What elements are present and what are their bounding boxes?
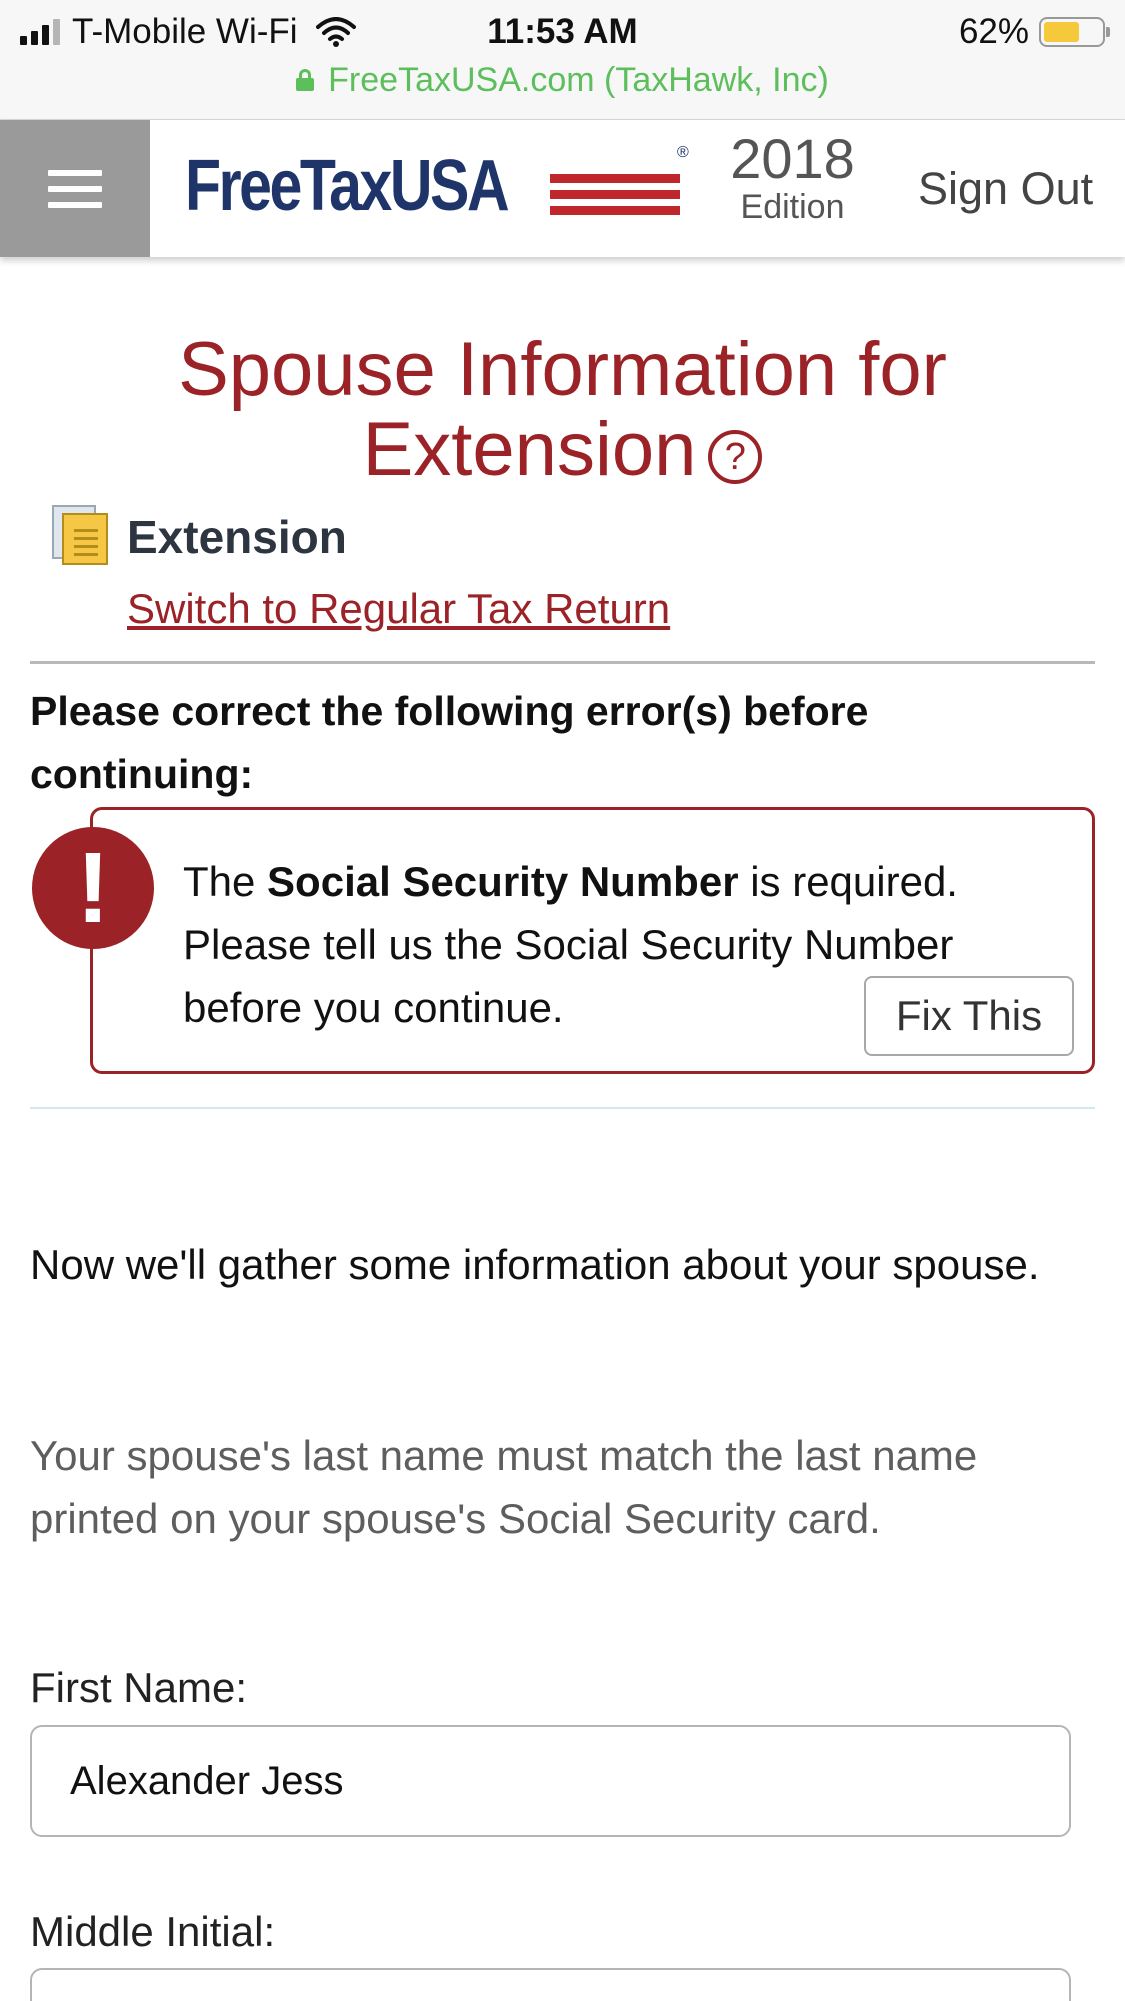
error-message-prefix: The xyxy=(183,858,268,905)
error-heading: Please correct the following error(s) be… xyxy=(30,688,869,797)
divider xyxy=(30,1107,1095,1109)
edition-year: 2018 xyxy=(730,127,855,190)
edition-badge: 2018 Edition xyxy=(725,127,860,226)
logo-wordmark: FreeTaxUSA xyxy=(185,146,510,226)
last-name-note: Your spouse's last name must match the l… xyxy=(30,1432,978,1542)
battery-status: 62% xyxy=(958,8,1110,56)
clock: 11:53 AM xyxy=(487,12,638,51)
app-header: FreeTaxUSA ® 2018 Edition Sign Out xyxy=(0,120,1125,257)
document-icon xyxy=(52,505,110,565)
url-bar[interactable]: FreeTaxUSA.com (TaxHawk, Inc) xyxy=(0,58,1125,102)
battery-icon xyxy=(1039,17,1110,47)
sign-out-link[interactable]: Sign Out xyxy=(918,120,1093,257)
middle-initial-label: Middle Initial: xyxy=(30,1908,276,1955)
section-label: Extension xyxy=(127,511,347,563)
first-name-label: First Name: xyxy=(30,1664,248,1711)
middle-initial-input[interactable] xyxy=(30,1968,1071,2001)
battery-percent: 62% xyxy=(958,12,1029,51)
help-icon[interactable]: ? xyxy=(708,430,763,484)
page-title: Spouse Information for Extension? xyxy=(30,330,1095,490)
intro-text: Now we'll gather some information about … xyxy=(30,1241,1040,1288)
switch-to-regular-return-link[interactable]: Switch to Regular Tax Return xyxy=(127,585,670,633)
logo-flag-stripes xyxy=(550,174,680,222)
page-title-text: Spouse Information for Extension xyxy=(178,327,947,492)
lock-icon xyxy=(296,69,315,91)
hamburger-menu-icon[interactable] xyxy=(0,120,150,257)
error-field-name: Social Security Number xyxy=(267,858,739,905)
freetaxusa-logo[interactable]: FreeTaxUSA ® xyxy=(185,142,690,237)
fix-this-button[interactable]: Fix This xyxy=(864,976,1074,1056)
site-url: FreeTaxUSA.com (TaxHawk, Inc) xyxy=(328,60,829,99)
error-alert-icon: ! xyxy=(32,827,154,949)
status-bar: T-Mobile Wi-Fi 11:53 AM 62% FreeTaxUSA.c… xyxy=(0,0,1125,120)
registered-mark-icon: ® xyxy=(677,144,689,161)
edition-label: Edition xyxy=(740,187,845,226)
first-name-input[interactable] xyxy=(30,1725,1071,1837)
divider xyxy=(30,661,1095,664)
